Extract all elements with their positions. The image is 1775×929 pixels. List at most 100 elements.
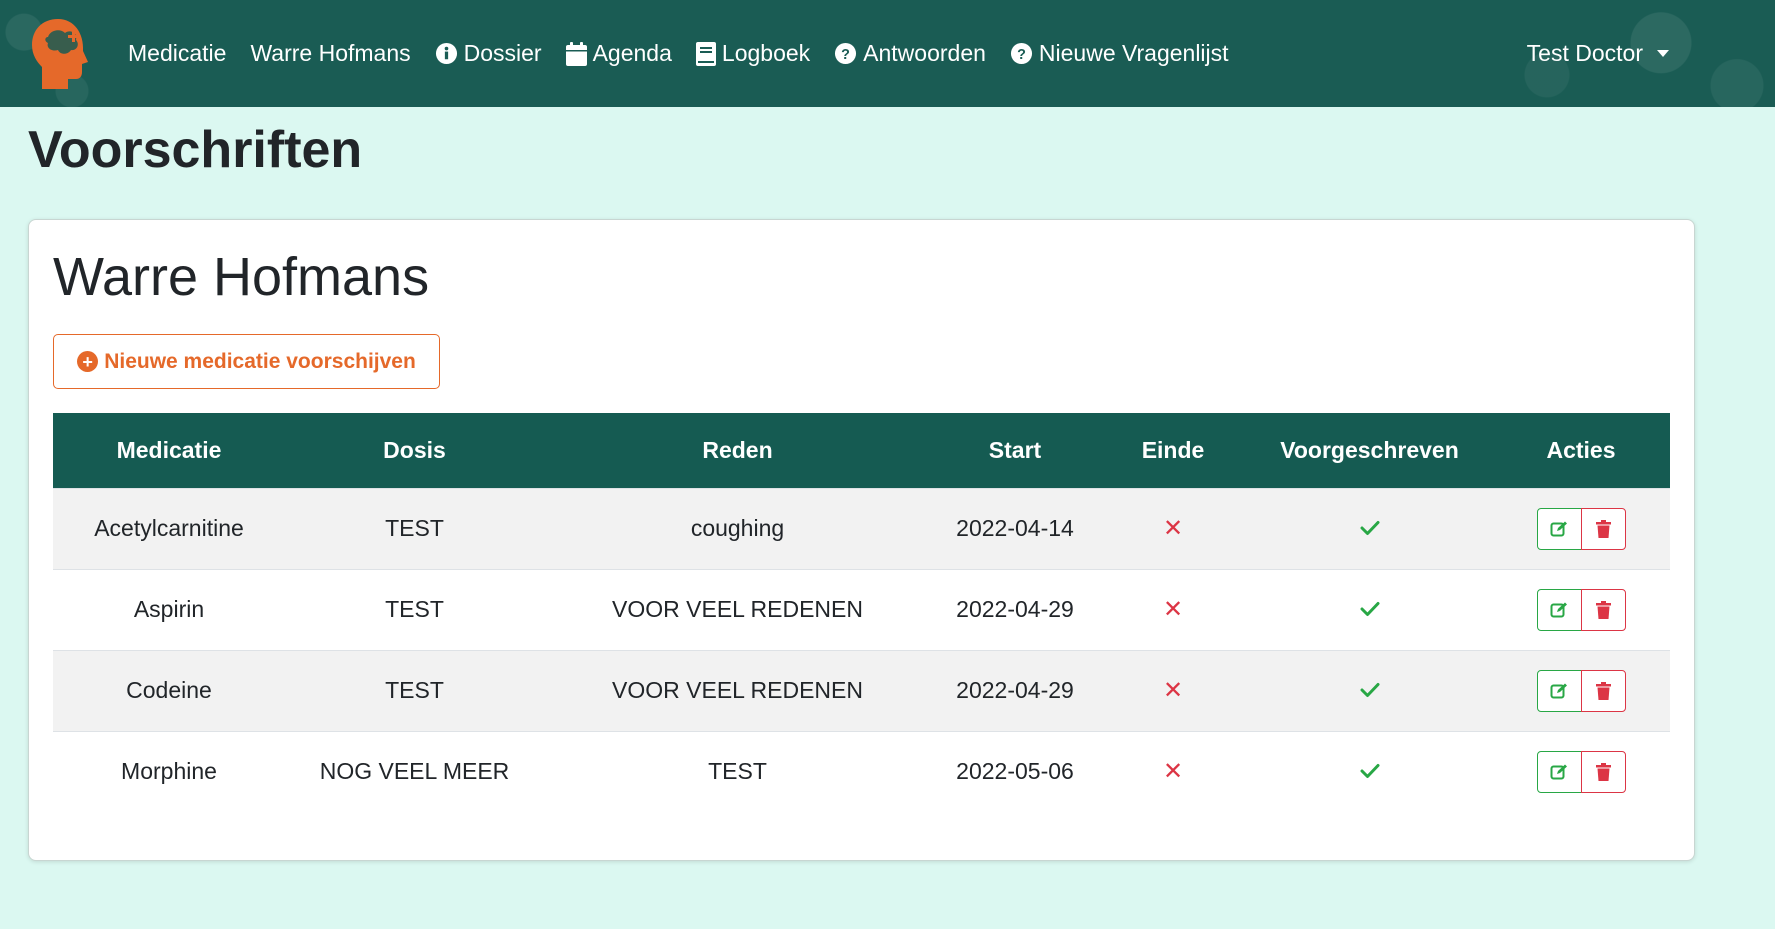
cell-voorgeschreven xyxy=(1247,487,1492,569)
nav-antwoorden[interactable]: ? Antwoorden xyxy=(834,40,986,67)
cell-acties xyxy=(1492,568,1670,650)
nav-antwoorden-label: Antwoorden xyxy=(863,40,986,66)
check-icon xyxy=(1360,764,1379,779)
cell-reden: coughing xyxy=(544,487,931,569)
col-header-voorgeschreven[interactable]: Voorgeschreven xyxy=(1247,413,1492,488)
nav-medicatie[interactable]: Medicatie xyxy=(128,40,226,67)
prescriptions-card: Warre Hofmans + Nieuwe medicatie voorsch… xyxy=(28,219,1695,861)
edit-button[interactable] xyxy=(1536,507,1582,550)
table-row: Codeine TEST VOOR VEEL REDENEN 2022-04-2… xyxy=(53,649,1670,731)
table-row: Acetylcarnitine TEST coughing 2022-04-14… xyxy=(53,487,1670,569)
cell-medicatie: Codeine xyxy=(53,649,285,731)
info-circle-icon xyxy=(435,42,458,65)
nav-nieuwe-vragenlijst-label: Nieuwe Vragenlijst xyxy=(1038,40,1229,66)
trash-icon xyxy=(1595,762,1611,781)
nav-dossier[interactable]: Dossier xyxy=(435,40,542,67)
col-header-einde[interactable]: Einde xyxy=(1099,413,1247,488)
delete-button[interactable] xyxy=(1580,669,1626,712)
question-circle-icon: ? xyxy=(1010,42,1033,65)
cell-dosis: NOG VEEL MEER xyxy=(285,730,544,812)
cell-medicatie: Morphine xyxy=(53,730,285,812)
user-name: Test Doctor xyxy=(1526,40,1643,66)
new-prescription-button[interactable]: + Nieuwe medicatie voorschijven xyxy=(53,334,440,389)
cell-reden: VOOR VEEL REDENEN xyxy=(544,649,931,731)
table-header-row: Medicatie Dosis Reden Start Einde Voorge… xyxy=(53,413,1670,488)
cell-start: 2022-04-14 xyxy=(931,487,1099,569)
prescriptions-table: Medicatie Dosis Reden Start Einde Voorge… xyxy=(53,413,1670,812)
edit-button[interactable] xyxy=(1536,669,1582,712)
nav-nieuwe-vragenlijst[interactable]: ? Nieuwe Vragenlijst xyxy=(1010,40,1229,67)
patient-name-heading: Warre Hofmans xyxy=(53,247,430,307)
cell-acties xyxy=(1492,649,1670,731)
row-actions xyxy=(1536,669,1626,712)
col-header-start[interactable]: Start xyxy=(931,413,1099,488)
nav-logboek-label: Logboek xyxy=(721,40,811,66)
trash-icon xyxy=(1595,600,1611,619)
plus-circle-icon: + xyxy=(77,351,99,372)
trash-icon xyxy=(1595,519,1611,538)
table-row: Aspirin TEST VOOR VEEL REDENEN 2022-04-2… xyxy=(53,568,1670,650)
nav-agenda[interactable]: Agenda xyxy=(565,40,672,67)
cell-reden: TEST xyxy=(544,730,931,812)
brain-head-logo[interactable] xyxy=(28,15,94,93)
cell-medicatie: Acetylcarnitine xyxy=(53,487,285,569)
new-prescription-label: Nieuwe medicatie voorschijven xyxy=(104,349,416,373)
row-actions xyxy=(1536,588,1626,631)
edit-button[interactable] xyxy=(1536,588,1582,631)
edit-icon xyxy=(1550,521,1567,536)
edit-icon xyxy=(1550,683,1567,698)
page-title: Voorschriften xyxy=(28,121,363,179)
nav-patient-label: Warre Hofmans xyxy=(250,40,411,66)
cell-start: 2022-04-29 xyxy=(931,568,1099,650)
trash-icon xyxy=(1595,681,1611,700)
col-header-acties: Acties xyxy=(1492,413,1670,488)
nav-patient[interactable]: Warre Hofmans xyxy=(250,40,410,67)
col-header-dosis[interactable]: Dosis xyxy=(285,413,544,488)
check-icon xyxy=(1360,602,1379,616)
x-icon: ✕ xyxy=(1162,758,1184,786)
top-navbar: Medicatie Warre Hofmans Dossier Agenda L… xyxy=(0,0,1775,107)
nav-logboek[interactable]: Logboek xyxy=(695,40,811,67)
nav-agenda-label: Agenda xyxy=(592,40,672,66)
row-actions xyxy=(1536,750,1626,793)
check-icon xyxy=(1360,683,1379,697)
cell-dosis: TEST xyxy=(285,487,544,569)
x-icon: ✕ xyxy=(1162,677,1184,704)
col-header-medicatie[interactable]: Medicatie xyxy=(53,413,285,488)
cell-voorgeschreven xyxy=(1247,730,1492,812)
edit-button[interactable] xyxy=(1536,750,1582,793)
cell-einde: ✕ xyxy=(1099,487,1247,569)
edit-icon xyxy=(1550,602,1567,617)
col-header-reden[interactable]: Reden xyxy=(544,413,931,488)
cell-dosis: TEST xyxy=(285,649,544,731)
user-menu-dropdown[interactable]: Test Doctor xyxy=(1527,40,1669,67)
delete-button[interactable] xyxy=(1580,588,1626,631)
x-icon: ✕ xyxy=(1162,596,1184,623)
cell-voorgeschreven xyxy=(1247,649,1492,731)
cell-reden: VOOR VEEL REDENEN xyxy=(544,568,931,650)
cell-voorgeschreven xyxy=(1247,568,1492,650)
cell-start: 2022-04-29 xyxy=(931,649,1099,731)
edit-icon xyxy=(1550,764,1567,780)
cell-medicatie: Aspirin xyxy=(53,568,285,650)
x-icon: ✕ xyxy=(1162,515,1184,542)
nav-medicatie-label: Medicatie xyxy=(128,40,227,66)
cell-einde: ✕ xyxy=(1099,730,1247,812)
delete-button[interactable] xyxy=(1580,507,1626,550)
delete-button[interactable] xyxy=(1580,750,1626,793)
book-icon xyxy=(695,41,716,66)
cell-start: 2022-05-06 xyxy=(931,730,1099,812)
check-icon xyxy=(1360,521,1379,535)
row-actions xyxy=(1536,507,1626,550)
question-circle-icon: ? xyxy=(834,42,857,65)
cell-acties xyxy=(1492,487,1670,569)
cell-dosis: TEST xyxy=(285,568,544,650)
chevron-down-icon xyxy=(1657,50,1669,57)
cell-acties xyxy=(1492,730,1670,812)
table-row: Morphine NOG VEEL MEER TEST 2022-05-06 ✕ xyxy=(53,730,1670,812)
calendar-icon xyxy=(565,41,587,66)
svg-text:?: ? xyxy=(1017,47,1026,63)
cell-einde: ✕ xyxy=(1099,649,1247,731)
cell-einde: ✕ xyxy=(1099,568,1247,650)
svg-text:?: ? xyxy=(841,47,850,63)
